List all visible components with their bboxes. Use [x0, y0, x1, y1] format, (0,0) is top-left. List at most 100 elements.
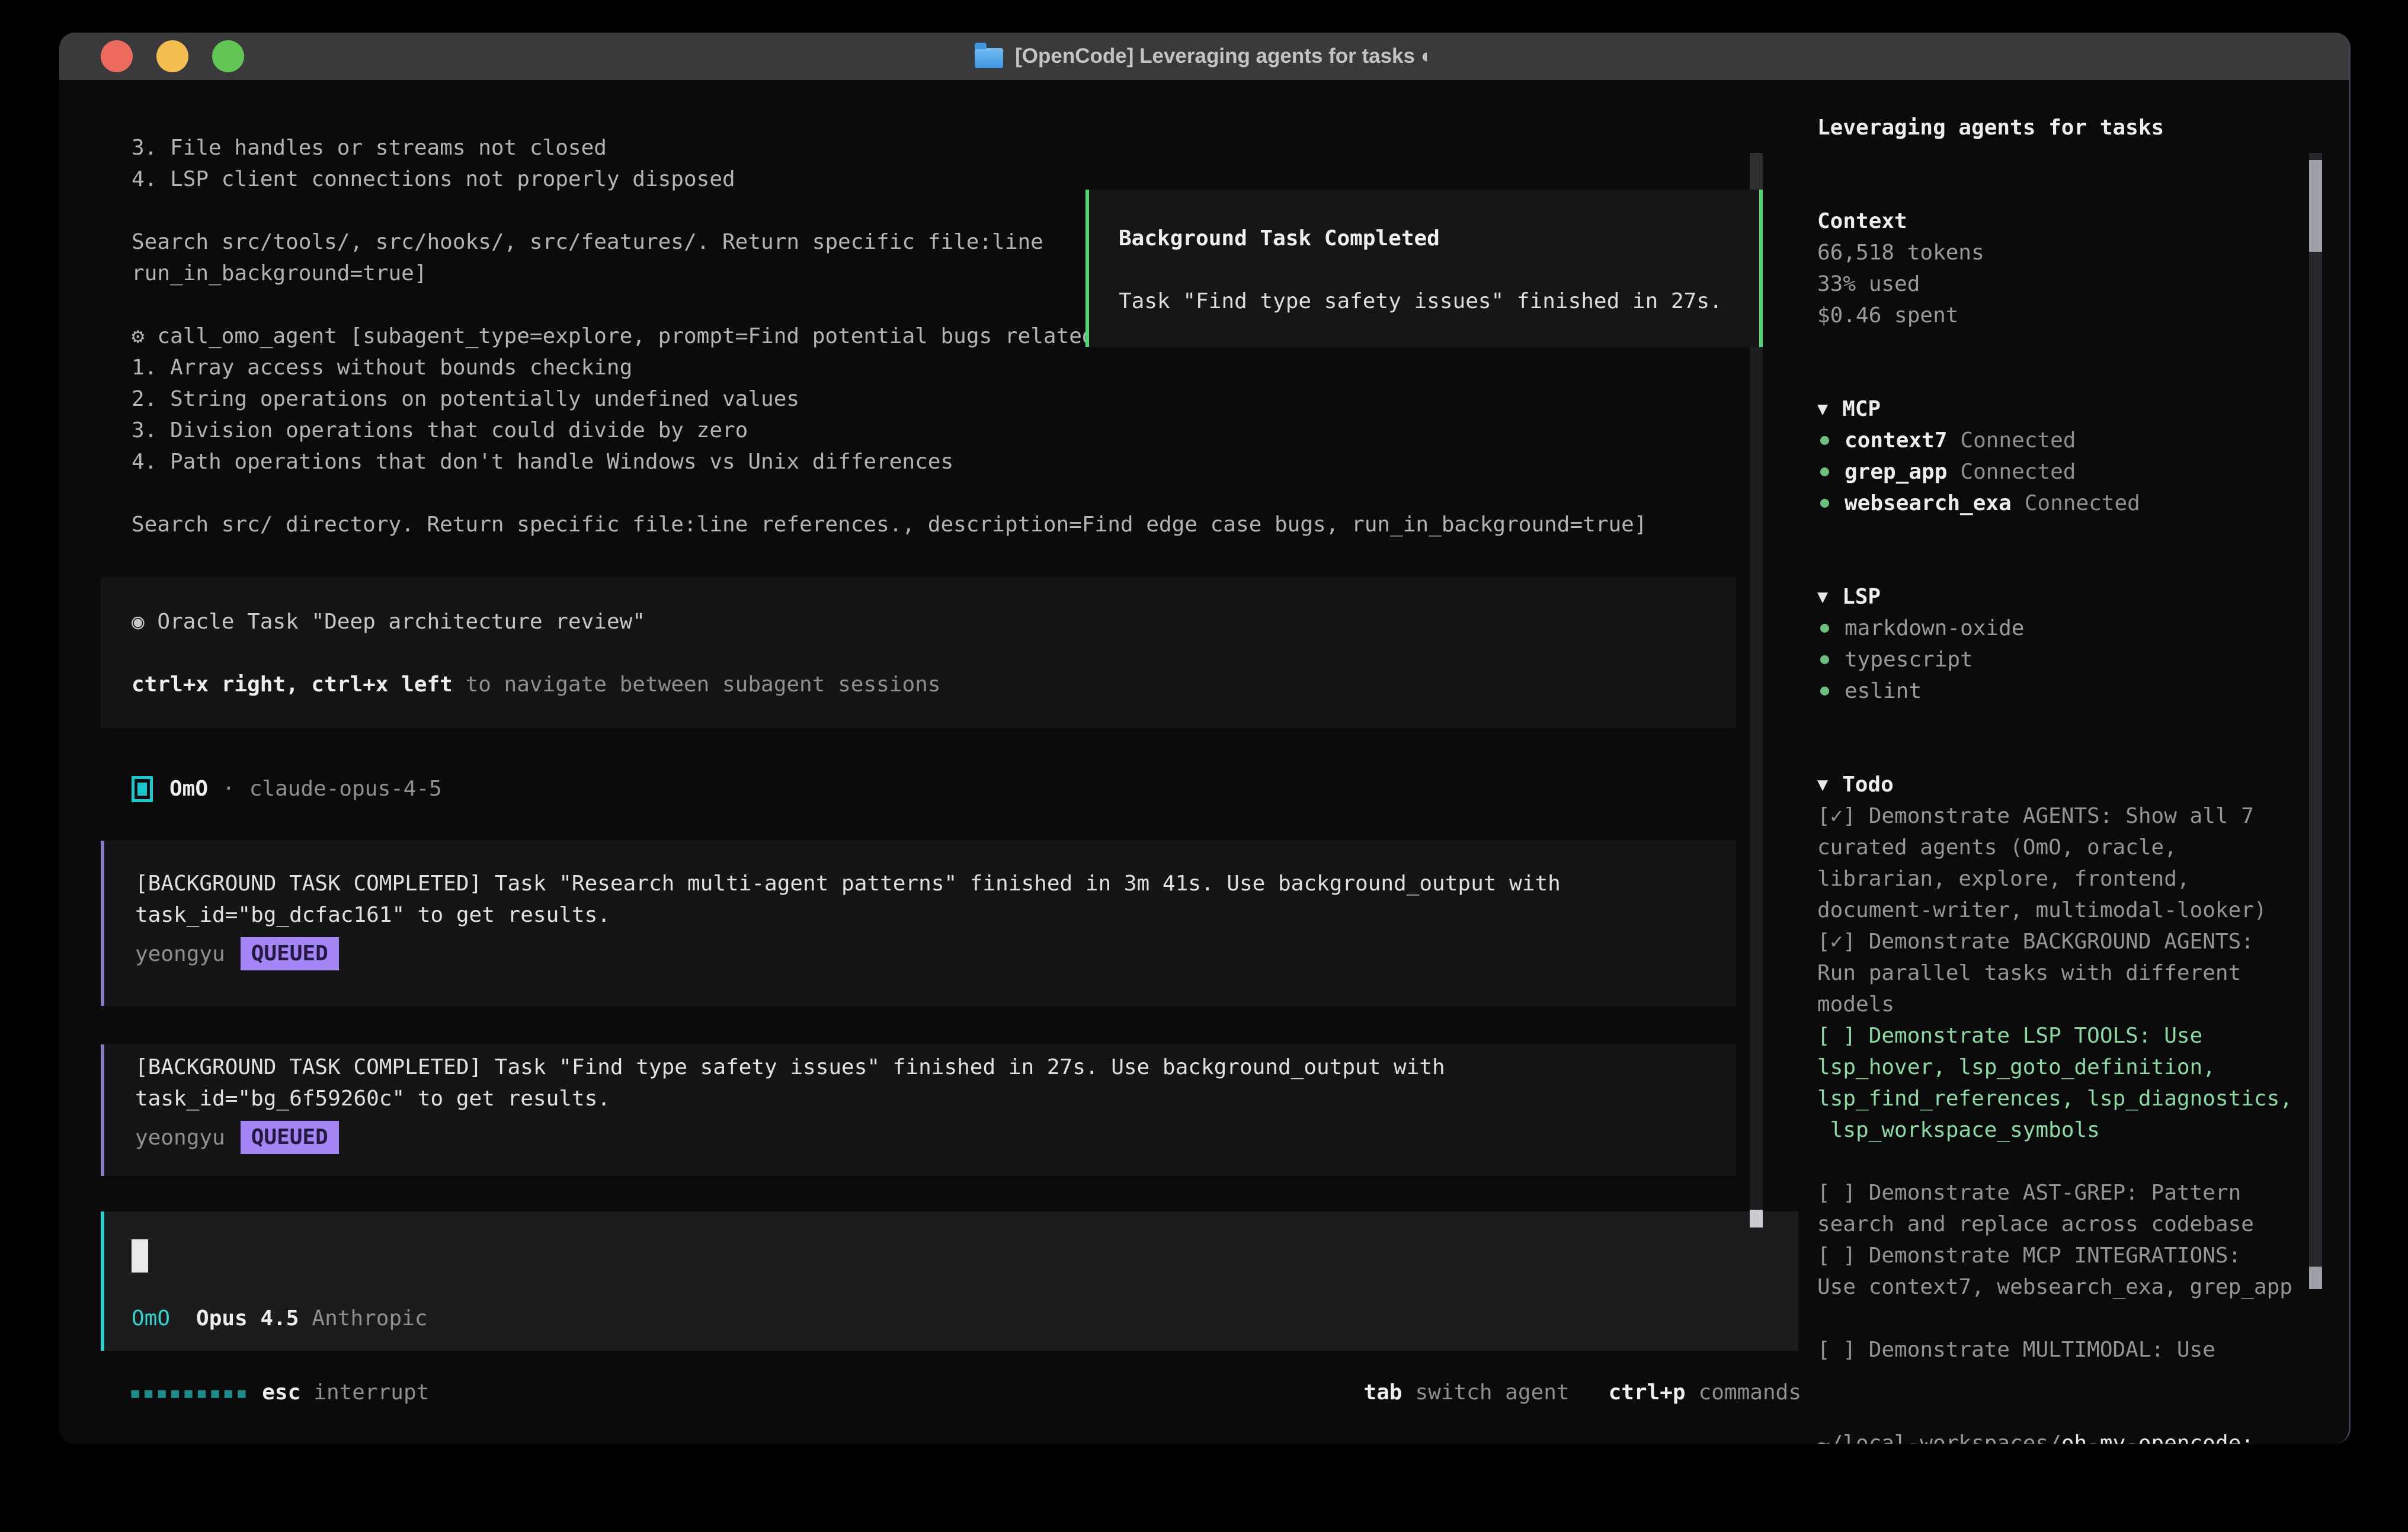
status-dot-icon — [1820, 436, 1829, 445]
mcp-name: grep_app — [1845, 456, 1947, 488]
oracle-title: Oracle Task "Deep architecture review" — [145, 610, 645, 634]
todo-line: [ ] Demonstrate LSP TOOLS: Use — [1817, 1020, 2349, 1052]
task-message-line: task_id="bg_6f59260c" to get results. — [104, 1083, 1736, 1114]
oracle-title-line: ◉ Oracle Task "Deep architecture review" — [101, 606, 1736, 637]
title-bar: [OpenCode] Leveraging agents for tasks ◐ — [59, 33, 2349, 80]
lsp-header-label: LSP — [1842, 581, 1881, 613]
todo-line: Use context7, websearch_exa, grep_app — [1817, 1271, 2349, 1303]
lsp-name: eslint — [1845, 675, 1922, 707]
mcp-item: context7 Connected — [1817, 425, 2349, 456]
traffic-lights — [101, 33, 244, 80]
mcp-section-header[interactable]: ▼ MCP — [1817, 393, 2349, 425]
oracle-hint-line: ctrl+x right, ctrl+x left to navigate be… — [101, 669, 1736, 700]
todo-scrollbar-thumb[interactable] — [2309, 1267, 2322, 1289]
todo-line: Run parallel tasks with different — [1817, 957, 2349, 989]
todo-line: [ ] Demonstrate AST-GREP: Pattern — [1817, 1177, 2349, 1209]
status-dot-icon — [1820, 624, 1829, 633]
todo-line: lsp_hover, lsp_goto_definition, — [1817, 1052, 2349, 1083]
workspace-path-prefix: ~/local-workspaces/ — [1817, 1428, 2061, 1444]
task-message-line: task_id="bg_dcfac161" to get results. — [104, 899, 1736, 931]
task-meta-row: yeongyu QUEUED — [104, 1120, 1736, 1155]
todo-header-label: Todo — [1842, 769, 1894, 800]
todo-line: document-writer, multimodal-looker) — [1817, 895, 2349, 926]
input-provider-name: Anthropic — [312, 1306, 427, 1331]
main-scrollbar-thumb[interactable] — [1750, 1210, 1763, 1227]
oracle-hint-keys: ctrl+x right, ctrl+x left — [132, 672, 453, 697]
input-agent-name: OmO — [132, 1306, 170, 1331]
collapse-triangle-icon: ▼ — [1817, 393, 1828, 425]
agent-model: claude-opus-4-5 — [249, 777, 442, 801]
context-used: 33% used — [1817, 268, 2349, 300]
main-scrollbar-segment[interactable] — [1750, 153, 1763, 190]
task-user: yeongyu — [135, 942, 225, 966]
todo-line: librarian, explore, frontend, — [1817, 863, 2349, 895]
folder-icon — [975, 48, 1003, 68]
lsp-item: typescript — [1817, 644, 2349, 675]
todo-line: lsp_find_references, lsp_diagnostics, — [1817, 1083, 2349, 1114]
mcp-header-label: MCP — [1842, 393, 1881, 425]
tool-call-item: 4. Path operations that don't handle Win… — [101, 446, 1801, 477]
tool-call-item: 1. Array access without bounds checking — [101, 352, 1801, 383]
session-title: Leveraging agents for tasks — [1817, 112, 2349, 143]
esc-action-label: interrupt — [313, 1380, 429, 1405]
lsp-section-header[interactable]: ▼ LSP — [1817, 581, 2349, 613]
oracle-hint-text: to navigate between subagent sessions — [453, 672, 941, 697]
tab-action-label: switch agent — [1415, 1380, 1569, 1405]
ctrlp-key-hint: ctrl+p — [1609, 1380, 1686, 1405]
mcp-name: context7 — [1845, 425, 1947, 456]
window-body: 3. File handles or streams not closed 4.… — [59, 80, 2349, 1444]
mcp-status: Connected — [1960, 456, 2076, 488]
todo-line: [ ] Demonstrate MULTIMODAL: Use — [1817, 1334, 2349, 1366]
spinner-dots-icon: ▪▪▪▪▪▪▪▪▪ — [101, 1381, 249, 1405]
session-sidebar: Leveraging agents for tasks Context 66,5… — [1801, 80, 2349, 1444]
todo-line: curated agents (OmO, oracle, — [1817, 832, 2349, 863]
minimize-button[interactable] — [156, 40, 188, 72]
tab-key-hint: tab — [1363, 1380, 1402, 1405]
toast-notification: Background Task Completed Task "Find typ… — [1085, 190, 1763, 347]
tool-call-item: 3. Division operations that could divide… — [101, 415, 1801, 446]
mcp-status: Connected — [1960, 425, 2076, 456]
mcp-name: websearch_exa — [1845, 488, 2012, 519]
mcp-item: grep_app Connected — [1817, 456, 2349, 488]
todo-line: search and replace across codebase — [1817, 1209, 2349, 1240]
todo-line: [ ] Demonstrate MCP INTEGRATIONS: — [1817, 1240, 2349, 1271]
status-badge: QUEUED — [241, 937, 339, 970]
background-task-message: [BACKGROUND TASK COMPLETED] Task "Find t… — [101, 1044, 1736, 1176]
workspace-repo-name: oh-my-opencode: — [2061, 1428, 2254, 1444]
agent-separator: · — [222, 777, 235, 801]
task-message-line: [BACKGROUND TASK COMPLETED] Task "Resear… — [104, 868, 1736, 899]
ctrlp-action-label: commands — [1699, 1380, 1801, 1405]
status-bar: ▪▪▪▪▪▪▪▪▪ esc interrupt tab switch agent… — [101, 1377, 1801, 1408]
agent-name: OmO — [169, 777, 208, 801]
workspace-path: ~/local-workspaces/oh-my-opencode: — [1817, 1428, 2349, 1444]
mcp-item: websearch_exa Connected — [1817, 488, 2349, 519]
close-button[interactable] — [101, 40, 133, 72]
collapse-triangle-icon: ▼ — [1817, 581, 1828, 613]
agent-header: OmO · claude-opus-4-5 — [101, 773, 1801, 805]
sidebar-scrollbar-thumb[interactable] — [2309, 160, 2322, 252]
lsp-name: typescript — [1845, 644, 1973, 675]
model-line: OmO Opus 4.5 Anthropic — [132, 1303, 1798, 1334]
gear-icon: ⚙ — [132, 324, 145, 348]
context-header: Context — [1817, 206, 2349, 237]
status-dot-icon — [1820, 467, 1829, 476]
mcp-status: Connected — [2025, 488, 2140, 519]
history-line: 3. File handles or streams not closed — [101, 132, 1801, 164]
todo-section-header[interactable]: ▼ Todo — [1817, 769, 2349, 800]
desktop: [OpenCode] Leveraging agents for tasks ◐… — [0, 0, 2408, 1532]
status-badge: QUEUED — [241, 1121, 339, 1154]
lsp-item: markdown-oxide — [1817, 613, 2349, 644]
task-meta-row: yeongyu QUEUED — [104, 936, 1736, 972]
lsp-name: markdown-oxide — [1845, 613, 2024, 644]
todo-line: lsp_workspace_symbols — [1817, 1114, 2349, 1146]
collapse-triangle-icon: ▼ — [1817, 769, 1828, 800]
oracle-task-panel: ◉ Oracle Task "Deep architecture review"… — [101, 577, 1736, 728]
text-cursor — [132, 1239, 148, 1273]
task-user: yeongyu — [135, 1126, 225, 1150]
zoom-button[interactable] — [212, 40, 244, 72]
context-spent: $0.46 spent — [1817, 300, 2349, 331]
todo-line: models — [1817, 989, 2349, 1020]
sidebar-scrollbar-track[interactable] — [2309, 153, 2322, 1289]
toast-title: Background Task Completed — [1119, 223, 1759, 254]
prompt-input[interactable]: OmO Opus 4.5 Anthropic — [101, 1212, 1798, 1351]
